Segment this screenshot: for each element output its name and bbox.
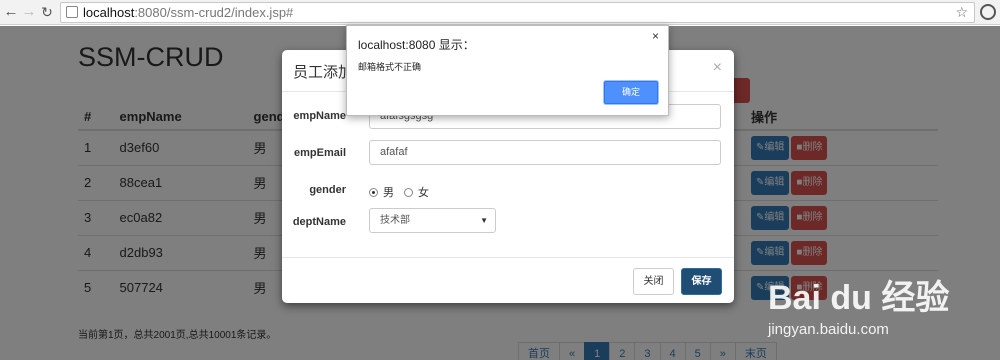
watermark-url: jingyan.baidu.com bbox=[768, 321, 889, 338]
empemail-input[interactable]: afafaf bbox=[369, 140, 721, 165]
gender-female-radio[interactable] bbox=[404, 187, 413, 197]
divider bbox=[282, 257, 734, 258]
chevron-down-icon: ▼ bbox=[480, 216, 488, 225]
alert-message: 邮箱格式不正确 bbox=[358, 62, 422, 72]
page-icon bbox=[66, 6, 78, 18]
empemail-label: empEmail bbox=[294, 147, 346, 159]
url-host: localhost bbox=[83, 5, 135, 20]
alert-dialog: localhost:8080 显示： × 邮箱格式不正确 确定 bbox=[346, 25, 669, 116]
gender-male-label: 男 bbox=[383, 187, 394, 199]
back-arrow-icon[interactable]: ← bbox=[2, 3, 20, 21]
url-path: :8080/ssm-crud2/index.jsp# bbox=[134, 5, 294, 20]
forward-arrow-icon[interactable]: → bbox=[20, 3, 38, 21]
reload-icon[interactable]: ↻ bbox=[38, 3, 56, 21]
gender-radio-group: 男 女 bbox=[369, 184, 439, 200]
bookmark-star-icon[interactable]: ☆ bbox=[955, 3, 968, 22]
modal-title: 员工添加 bbox=[293, 64, 354, 81]
alert-ok-button[interactable]: 确定 bbox=[604, 81, 658, 104]
watermark: Bai du 经验 jingyan.baidu.com bbox=[768, 270, 949, 338]
alert-title: localhost:8080 显示： bbox=[358, 38, 475, 52]
watermark-logo: Bai du 经验 bbox=[768, 279, 950, 317]
gender-male-radio[interactable] bbox=[369, 187, 378, 197]
empname-label: empName bbox=[293, 110, 346, 122]
deptname-label: deptName bbox=[292, 216, 346, 228]
dept-select[interactable]: 技术部 ▼ bbox=[369, 208, 496, 233]
close-button[interactable]: 关闭 bbox=[633, 268, 674, 295]
gender-female-label: 女 bbox=[418, 187, 429, 199]
address-bar[interactable]: localhost:8080/ssm-crud2/index.jsp# ☆ bbox=[60, 2, 975, 23]
modal-close-icon[interactable]: × bbox=[713, 59, 722, 77]
extension-icon[interactable] bbox=[980, 4, 996, 20]
save-button[interactable]: 保存 bbox=[681, 268, 722, 295]
browser-toolbar: ← → ↻ localhost:8080/ssm-crud2/index.jsp… bbox=[0, 0, 1000, 25]
alert-close-icon[interactable]: × bbox=[652, 29, 659, 43]
dept-selected-value: 技术部 bbox=[380, 215, 410, 226]
gender-label: gender bbox=[309, 184, 346, 196]
